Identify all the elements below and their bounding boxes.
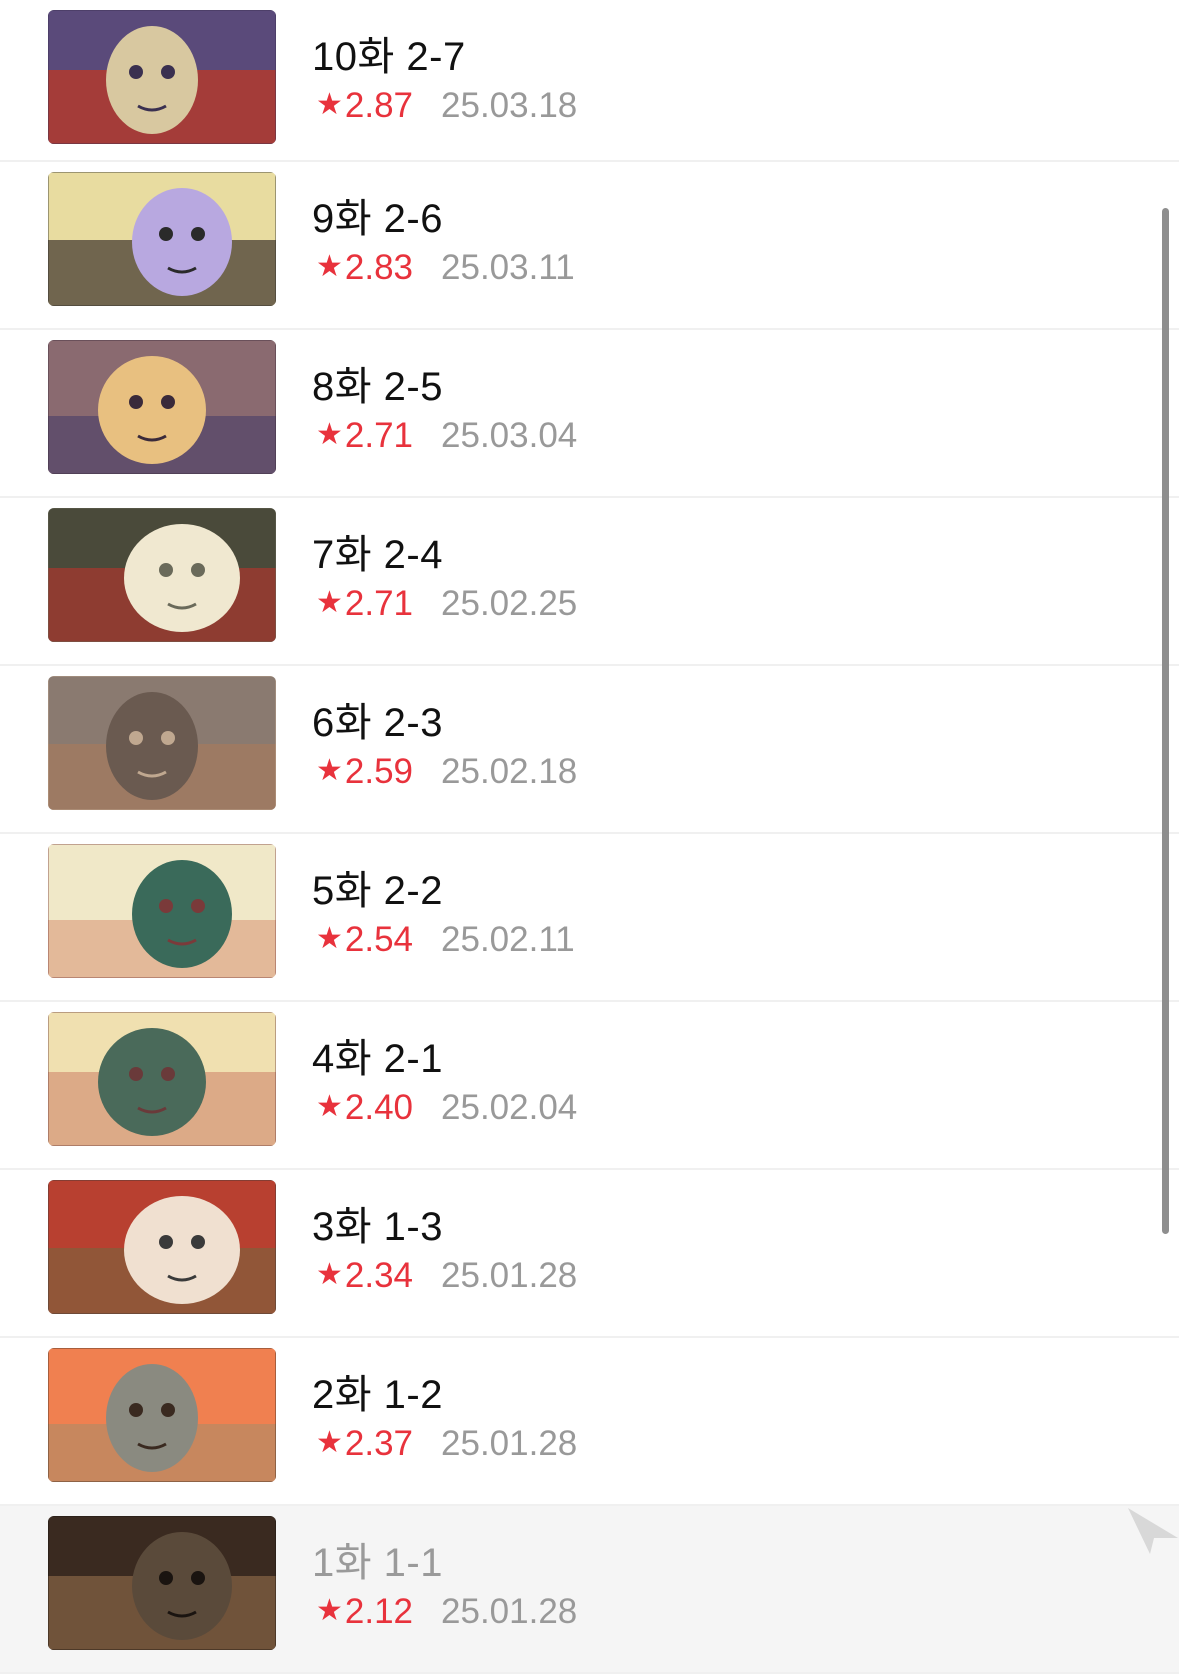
episode-rating: 2.54: [344, 920, 414, 959]
episode-row[interactable]: 6화 2-3 ★ 2.59 25.02.18: [0, 666, 1179, 834]
star-icon: ★: [316, 249, 343, 283]
episode-rating: 2.34: [344, 1256, 414, 1295]
episode-row[interactable]: 7화 2-4 ★ 2.71 25.02.25: [0, 498, 1179, 666]
episode-date: 25.02.18: [441, 752, 578, 791]
star-icon: ★: [316, 585, 343, 619]
episode-row[interactable]: 8화 2-5 ★ 2.71 25.03.04: [0, 330, 1179, 498]
episode-date: 25.03.04: [441, 416, 578, 455]
episode-rating: 2.71: [344, 416, 414, 455]
episode-row[interactable]: 2화 1-2 ★ 2.37 25.01.28: [0, 1338, 1179, 1506]
episode-thumbnail[interactable]: [48, 844, 276, 978]
episode-meta: ★ 2.83 25.03.11: [316, 248, 575, 288]
episode-title: 5화 2-2: [312, 869, 443, 913]
episode-meta: ★ 2.59 25.02.18: [316, 752, 577, 792]
episode-meta: ★ 2.87 25.03.18: [316, 86, 577, 126]
star-icon: ★: [316, 87, 343, 121]
star-icon: ★: [316, 921, 343, 955]
episode-row[interactable]: 4화 2-1 ★ 2.40 25.02.04: [0, 1002, 1179, 1170]
episode-date: 25.02.11: [441, 920, 575, 959]
star-icon: ★: [316, 1089, 343, 1123]
star-icon: ★: [316, 1593, 343, 1627]
episode-rating: 2.40: [344, 1088, 414, 1127]
scrollbar[interactable]: [1162, 208, 1169, 1234]
episode-meta: ★ 2.71 25.02.25: [316, 584, 577, 624]
episode-rating: 2.37: [344, 1424, 414, 1463]
star-icon: ★: [316, 1257, 343, 1291]
episode-thumbnail[interactable]: [48, 1012, 276, 1146]
episode-title: 2화 1-2: [312, 1373, 443, 1417]
episode-date: 25.03.18: [441, 86, 578, 125]
episode-list: 10화 2-7 ★ 2.87 25.03.18 9화 2-6 ★ 2.83 25…: [0, 0, 1179, 1674]
star-icon: ★: [316, 753, 343, 787]
episode-rating: 2.87: [344, 86, 414, 125]
episode-thumbnail[interactable]: [48, 172, 276, 306]
scroll-top-icon[interactable]: [1128, 1508, 1178, 1554]
episode-title: 8화 2-5: [312, 365, 443, 409]
episode-date: 25.01.28: [441, 1256, 578, 1295]
episode-thumbnail[interactable]: [48, 508, 276, 642]
episode-title: 4화 2-1: [312, 1037, 443, 1081]
episode-thumbnail[interactable]: [48, 1180, 276, 1314]
episode-date: 25.01.28: [441, 1424, 578, 1463]
star-icon: ★: [316, 1425, 343, 1459]
star-icon: ★: [316, 417, 343, 451]
episode-rating: 2.71: [344, 584, 414, 623]
episode-thumbnail[interactable]: [48, 1348, 276, 1482]
episode-date: 25.03.11: [441, 248, 575, 287]
episode-row[interactable]: 1화 1-1 ★ 2.12 25.01.28: [0, 1506, 1179, 1674]
episode-title: 9화 2-6: [312, 197, 443, 241]
episode-row[interactable]: 5화 2-2 ★ 2.54 25.02.11: [0, 834, 1179, 1002]
episode-meta: ★ 2.71 25.03.04: [316, 416, 577, 456]
episode-date: 25.02.25: [441, 584, 578, 623]
episode-date: 25.02.04: [441, 1088, 578, 1127]
episode-title: 3화 1-3: [312, 1205, 443, 1249]
episode-thumbnail[interactable]: [48, 676, 276, 810]
episode-title: 10화 2-7: [312, 35, 466, 79]
episode-row[interactable]: 3화 1-3 ★ 2.34 25.01.28: [0, 1170, 1179, 1338]
episode-rating: 2.12: [344, 1592, 414, 1631]
episode-rating: 2.83: [344, 248, 414, 287]
episode-date: 25.01.28: [441, 1592, 578, 1631]
episode-title: 7화 2-4: [312, 533, 443, 577]
episode-rating: 2.59: [344, 752, 414, 791]
episode-thumbnail[interactable]: [48, 1516, 276, 1650]
episode-row[interactable]: 9화 2-6 ★ 2.83 25.03.11: [0, 162, 1179, 330]
episode-title: 1화 1-1: [312, 1541, 443, 1585]
episode-meta: ★ 2.54 25.02.11: [316, 920, 575, 960]
episode-meta: ★ 2.12 25.01.28: [316, 1592, 577, 1632]
episode-meta: ★ 2.37 25.01.28: [316, 1424, 577, 1464]
episode-meta: ★ 2.34 25.01.28: [316, 1256, 577, 1296]
episode-thumbnail[interactable]: [48, 340, 276, 474]
episode-thumbnail[interactable]: [48, 10, 276, 144]
episode-title: 6화 2-3: [312, 701, 443, 745]
episode-row[interactable]: 10화 2-7 ★ 2.87 25.03.18: [0, 0, 1179, 162]
episode-meta: ★ 2.40 25.02.04: [316, 1088, 577, 1128]
